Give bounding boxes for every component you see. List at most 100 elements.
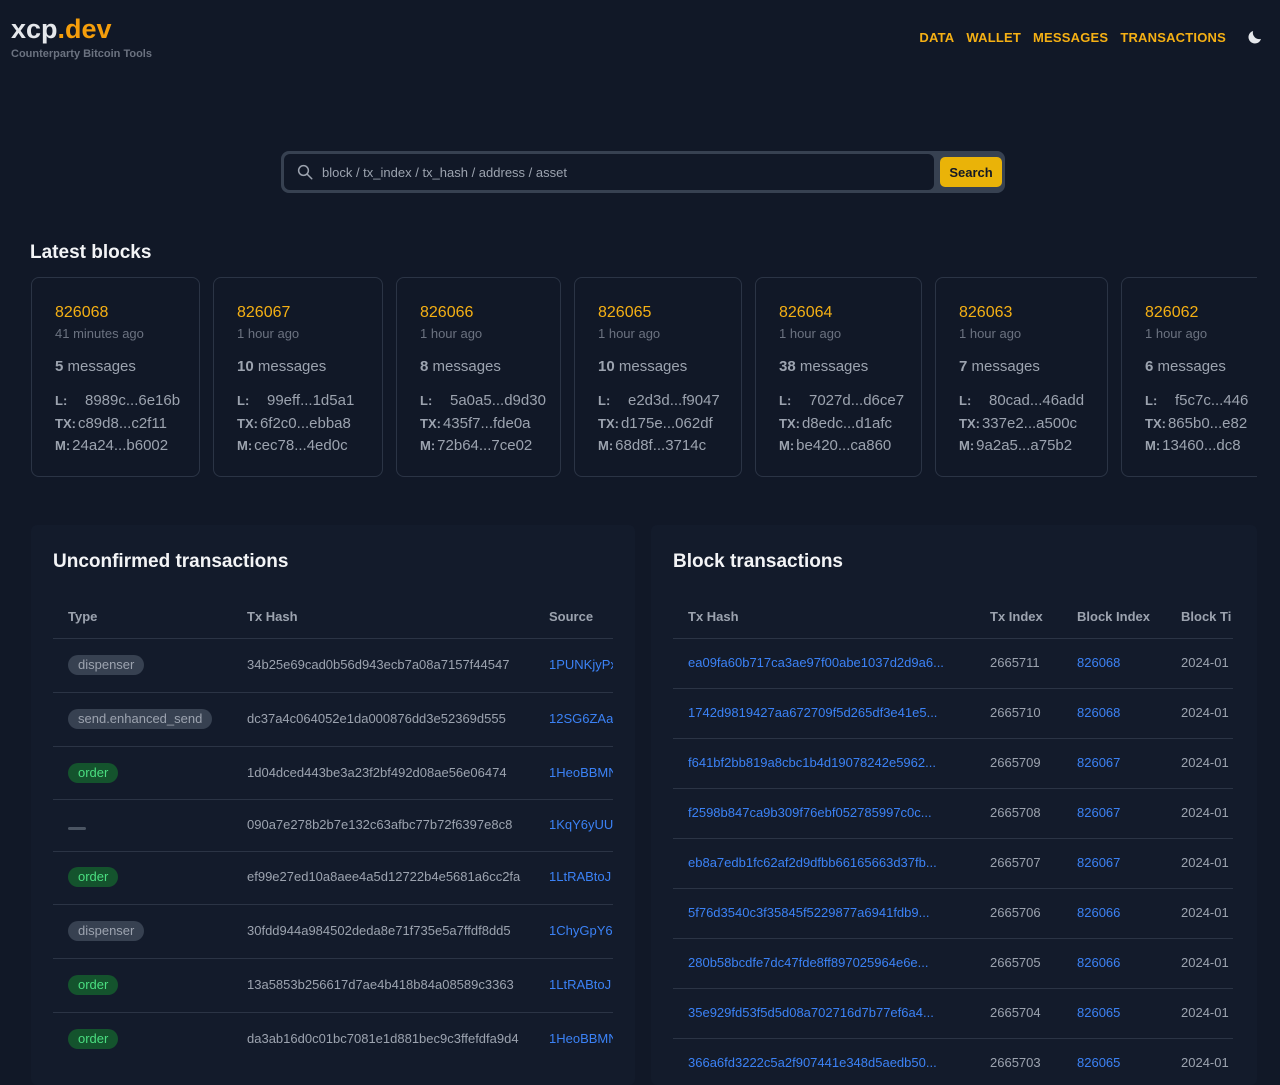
block-height[interactable]: 826065 (598, 304, 651, 322)
message-count-value: 38 (779, 358, 796, 375)
tx-hash: 090a7e278b2b7e132c63afbc77b72f6397e8c8 (247, 817, 513, 832)
tx-hash: 1d04dced443be3a23f2bf492d08ae56e06474 (247, 765, 507, 780)
block-index-link[interactable]: 826067 (1077, 755, 1120, 770)
block-index-link[interactable]: 826068 (1077, 705, 1120, 720)
tx-type-badge: dispenser (68, 921, 145, 941)
ledger-hash-value: 7027d...d6ce7 (809, 392, 905, 409)
tx-index: 2665708 (990, 805, 1041, 820)
tx-hash-link[interactable]: f2598b847ca9b309f76ebf052785997c0c... (688, 805, 968, 820)
block-card[interactable]: 826064 1 hour ago 38 messages L: 7027d...d6c… (755, 277, 922, 477)
tx-hash-link[interactable]: 35e929fd53f5d5d08a702716d7b77ef6a4... (688, 1005, 968, 1020)
block-card[interactable]: 826065 1 hour ago 10 messages L: e2d3d...f90… (574, 277, 742, 477)
messages-hash-value: 68d8f...3714c (615, 437, 707, 454)
block-tx-hash: TX: d8edc...d1afc (779, 415, 892, 432)
block-ledger-hash: L: 5a0a5...d9d30 (420, 392, 546, 409)
nav-wallet[interactable]: WALLET (966, 30, 1021, 45)
block-messages-hash: M: 68d8f...3714c (598, 437, 706, 454)
tx-index: 2665704 (990, 1005, 1041, 1020)
tx-source-link[interactable]: 1KqY6yUU (549, 817, 613, 832)
block-time: 2024-01 (1181, 1005, 1229, 1020)
tx-hash-value: d175e...062df (620, 415, 713, 432)
block-messages-hash: M: 13460...dc8 (1145, 437, 1241, 454)
nav-messages[interactable]: MESSAGES (1033, 30, 1108, 45)
messages-word: messages (67, 358, 136, 375)
block-index-link[interactable]: 826066 (1077, 905, 1120, 920)
tx-source-link[interactable]: 1LtRABtoJ (549, 869, 613, 884)
block-messages-hash: M: 72b64...7ce02 (420, 437, 532, 454)
block-index-link[interactable]: 826065 (1077, 1005, 1120, 1020)
tx-index: 2665711 (990, 655, 1040, 670)
tx-source-link[interactable]: 1ChyGpY6 (549, 923, 613, 938)
tx-hash-link[interactable]: ea09fa60b717ca3ae97f00abe1037d2d9a6... (688, 655, 968, 670)
block-messages-hash: M: be420...ca860 (779, 437, 891, 454)
ledger-hash-value: e2d3d...f9047 (628, 392, 720, 409)
tx-index: 2665706 (990, 905, 1041, 920)
ledger-hash-label: L: (959, 393, 972, 408)
block-index-link[interactable]: 826065 (1077, 1055, 1120, 1070)
block-card[interactable]: 826063 1 hour ago 7 messages L: 80cad...46ad… (935, 277, 1108, 477)
tx-source-link[interactable]: 1HeoBBMN (549, 765, 613, 780)
tx-index: 2665705 (990, 955, 1041, 970)
block-index-link[interactable]: 826068 (1077, 655, 1120, 670)
tx-source-link[interactable]: 1PUNKjyPx (549, 657, 613, 672)
tx-hash-label: TX: (1145, 416, 1166, 431)
empty-type-dash (68, 827, 86, 830)
row-divider (673, 688, 1233, 689)
block-time: 2024-01 (1181, 905, 1229, 920)
tx-hash-link[interactable]: 280b58bcdfe7dc47fde8ff897025964e6e... (688, 955, 968, 970)
block-card[interactable]: 826067 1 hour ago 10 messages L: 99eff...1d5… (213, 277, 383, 477)
block-tx-hash: TX: c89d8...c2f11 (55, 415, 167, 432)
tx-hash-value: 865b0...e82 (1167, 415, 1248, 432)
messages-word: messages (799, 358, 869, 375)
tx-hash-link[interactable]: 5f76d3540c3f35845f5229877a6941fdb9... (688, 905, 968, 920)
block-height[interactable]: 826063 (959, 304, 1012, 322)
block-transactions-panel: Block transactions Tx Hash Tx Index Bloc… (651, 525, 1257, 1085)
row-divider (673, 988, 1233, 989)
tx-source-link[interactable]: 1LtRABtoJ (549, 977, 613, 992)
ledger-hash-label: L: (55, 393, 68, 408)
block-height[interactable]: 826067 (237, 304, 290, 322)
tx-hash-link[interactable]: 366a6fd3222c5a2f907441e348d5aedb50... (688, 1055, 968, 1070)
search-input[interactable] (322, 154, 922, 190)
latest-blocks-title: Latest blocks (30, 242, 152, 263)
nav-data[interactable]: DATA (919, 30, 954, 45)
tx-source-link[interactable]: 1HeoBBMN (549, 1031, 613, 1046)
row-divider (53, 904, 613, 905)
block-height[interactable]: 826068 (55, 304, 108, 322)
message-count-value: 10 (598, 358, 615, 375)
block-card[interactable]: 826068 41 minutes ago 5 messages L: 8989c...… (31, 277, 200, 477)
moon-icon[interactable] (1246, 28, 1264, 46)
tx-hash-link[interactable]: eb8a7edb1fc62af2d9dfbb66165663d37fb... (688, 855, 968, 870)
tx-hash-link[interactable]: f641bf2bb819a8cbc1b4d19078242e5962... (688, 755, 968, 770)
ledger-hash-value: 8989c...6e16b (85, 392, 181, 409)
block-time-ago: 1 hour ago (598, 326, 661, 341)
site-logo[interactable]: xcp.dev (11, 14, 112, 45)
block-height[interactable]: 826064 (779, 304, 832, 322)
block-height[interactable]: 826066 (420, 304, 473, 322)
block-time-ago: 1 hour ago (779, 326, 842, 341)
block-index-link[interactable]: 826067 (1077, 805, 1120, 820)
row-divider (673, 888, 1233, 889)
block-ledger-hash: L: 80cad...46add (959, 392, 1084, 409)
row-divider (53, 851, 613, 852)
tx-hash: ef99e27ed10a8aee4a5d12722b4e5681a6cc2fa (247, 869, 521, 884)
tx-hash-label: TX: (779, 416, 800, 431)
search-bar: Search (281, 151, 1005, 193)
tx-source-link[interactable]: 12SG6ZAa (549, 711, 613, 726)
block-index-link[interactable]: 826067 (1077, 855, 1120, 870)
block-height[interactable]: 826062 (1145, 304, 1198, 322)
block-index-link[interactable]: 826066 (1077, 955, 1120, 970)
block-time: 2024-01 (1181, 1055, 1229, 1070)
messages-hash-value: 9a2a5...a75b2 (976, 437, 1073, 454)
block-card[interactable]: 826066 1 hour ago 8 messages L: 5a0a5...d9d3… (396, 277, 561, 477)
block-card[interactable]: 826062 1 hour ago 6 messages L: f5c7c...446 T… (1121, 277, 1257, 477)
block-message-count: 10 messages (237, 358, 326, 375)
tx-type-badge: order (68, 975, 119, 995)
row-divider (673, 938, 1233, 939)
tx-hash-link[interactable]: 1742d9819427aa672709f5d265df3e41e5... (688, 705, 968, 720)
search-button[interactable]: Search (940, 157, 1002, 187)
messages-hash-value: 13460...dc8 (1162, 437, 1241, 454)
messages-hash-label: M: (598, 438, 614, 453)
nav-transactions[interactable]: TRANSACTIONS (1120, 30, 1226, 45)
message-count-value: 8 (420, 358, 429, 375)
